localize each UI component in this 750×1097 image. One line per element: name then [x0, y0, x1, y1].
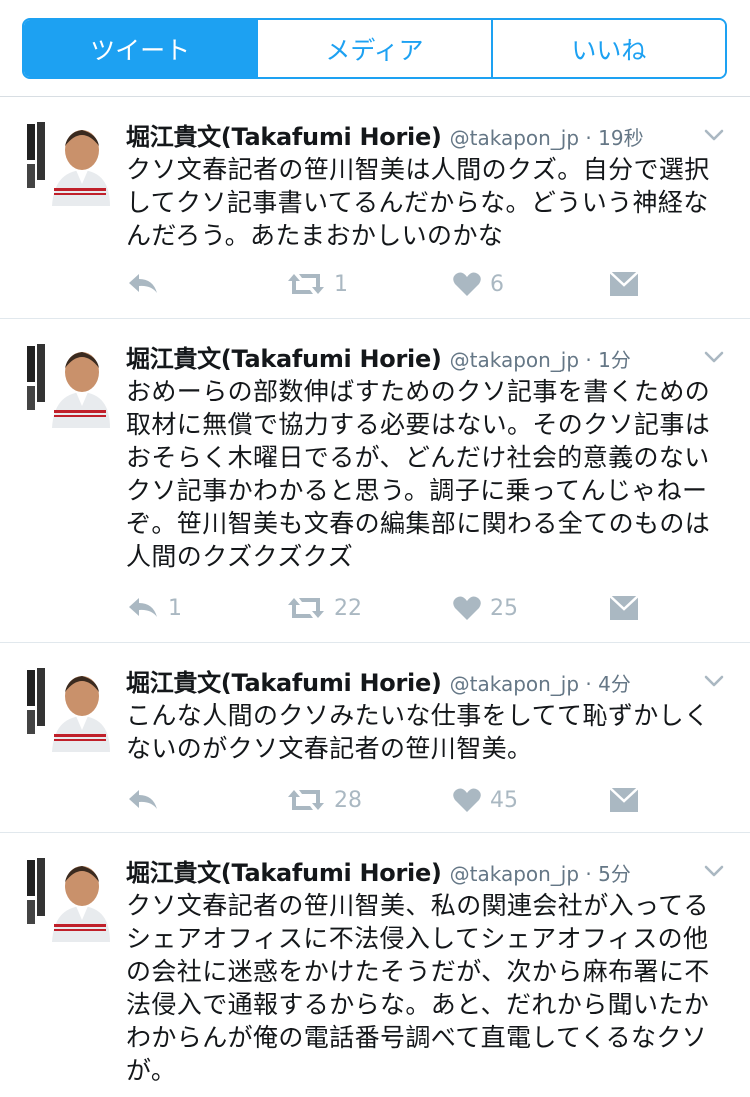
- heart-icon: [453, 272, 481, 296]
- chevron-down-icon[interactable]: [702, 123, 726, 147]
- retweet-icon: [288, 790, 324, 810]
- handle-time[interactable]: @takapon_jp · 1分: [450, 348, 631, 372]
- avatar[interactable]: [24, 120, 110, 206]
- tab-likes[interactable]: いいね: [490, 20, 725, 77]
- tweet-header: 堀江貴文(Takafumi Horie) @takapon_jp · 19秒: [126, 117, 730, 151]
- tweet-header: 堀江貴文(Takafumi Horie) @takapon_jp · 5分: [126, 853, 730, 887]
- handle-time[interactable]: @takapon_jp · 19秒: [450, 126, 644, 150]
- retweet-button[interactable]: 1: [286, 267, 348, 301]
- handle-time[interactable]: @takapon_jp · 5分: [450, 862, 631, 886]
- tweet-text: クソ文春記者の笹川智美、私の関連会社が入ってるシェアオフィスに不法侵入してシェア…: [126, 891, 710, 1085]
- reply-button[interactable]: [126, 783, 168, 817]
- avatar[interactable]: [24, 666, 110, 752]
- chevron-down-icon[interactable]: [702, 345, 726, 369]
- reply-icon: [129, 598, 157, 617]
- tweet-text: こんな人間のクソみたいな仕事をしてて恥ずかしくないのがクソ文春記者の笹川智美。: [126, 701, 710, 763]
- author-name[interactable]: 堀江貴文(Takafumi Horie): [126, 859, 442, 887]
- avatar-image: [24, 666, 110, 752]
- avatar-image: [24, 342, 110, 428]
- message-button[interactable]: [608, 591, 640, 625]
- tweet[interactable]: 堀江貴文(Takafumi Horie) @takapon_jp · 4分 こんな…: [0, 643, 750, 833]
- envelope-icon: [609, 271, 639, 296]
- retweet-icon: [288, 274, 324, 294]
- like-button[interactable]: 45: [452, 783, 518, 817]
- reply-button[interactable]: 1: [126, 591, 182, 625]
- reply-icon: [129, 790, 157, 809]
- tab-tweets[interactable]: ツイート: [24, 20, 257, 77]
- tweet-header: 堀江貴文(Takafumi Horie) @takapon_jp · 1分: [126, 339, 730, 373]
- tweet-actions: 1 22 25: [126, 591, 646, 625]
- tweet-actions: 1 6: [126, 267, 646, 301]
- envelope-icon: [609, 787, 639, 812]
- retweet-count: 1: [334, 271, 348, 297]
- retweet-count: 28: [334, 787, 362, 813]
- tweet-header: 堀江貴文(Takafumi Horie) @takapon_jp · 4分: [126, 663, 730, 697]
- avatar[interactable]: [24, 342, 110, 428]
- avatar[interactable]: [24, 856, 110, 942]
- like-count: 6: [490, 271, 504, 297]
- message-button[interactable]: [608, 267, 640, 301]
- tweet-actions: 28 45: [126, 783, 646, 817]
- chevron-down-icon[interactable]: [702, 669, 726, 693]
- tweet[interactable]: 堀江貴文(Takafumi Horie) @takapon_jp · 5分 クソ文…: [0, 833, 750, 1097]
- tweet-text: クソ文春記者の笹川智美は人間のクズ。自分で選択してクソ記事書いてるんだからな。ど…: [126, 155, 710, 250]
- author-name[interactable]: 堀江貴文(Takafumi Horie): [126, 669, 442, 697]
- retweet-icon: [288, 598, 324, 618]
- heart-icon: [453, 788, 481, 812]
- handle-time[interactable]: @takapon_jp · 4分: [450, 672, 631, 696]
- reply-button[interactable]: [126, 267, 168, 301]
- like-button[interactable]: 6: [452, 267, 504, 301]
- tweet[interactable]: 堀江貴文(Takafumi Horie) @takapon_jp · 1分 おめー…: [0, 319, 750, 643]
- avatar-image: [24, 120, 110, 206]
- message-button[interactable]: [608, 783, 640, 817]
- chevron-down-icon[interactable]: [702, 859, 726, 883]
- retweet-button[interactable]: 22: [286, 591, 362, 625]
- author-name[interactable]: 堀江貴文(Takafumi Horie): [126, 123, 442, 151]
- like-count: 25: [490, 595, 518, 621]
- heart-icon: [453, 596, 481, 620]
- like-button[interactable]: 25: [452, 591, 518, 625]
- tweet-text: おめーらの部数伸ばすためのクソ記事を書くための取材に無償で協力する必要はない。そ…: [126, 377, 711, 571]
- tab-media[interactable]: メディア: [256, 20, 491, 77]
- like-count: 45: [490, 787, 518, 813]
- author-name[interactable]: 堀江貴文(Takafumi Horie): [126, 345, 442, 373]
- profile-tab-bar: ツイート メディア いいね: [22, 18, 727, 79]
- reply-icon: [129, 274, 157, 293]
- tweet[interactable]: 堀江貴文(Takafumi Horie) @takapon_jp · 19秒 クソ…: [0, 97, 750, 319]
- retweet-count: 22: [334, 595, 362, 621]
- avatar-image: [24, 856, 110, 942]
- reply-count: 1: [168, 595, 182, 621]
- retweet-button[interactable]: 28: [286, 783, 362, 817]
- envelope-icon: [609, 595, 639, 620]
